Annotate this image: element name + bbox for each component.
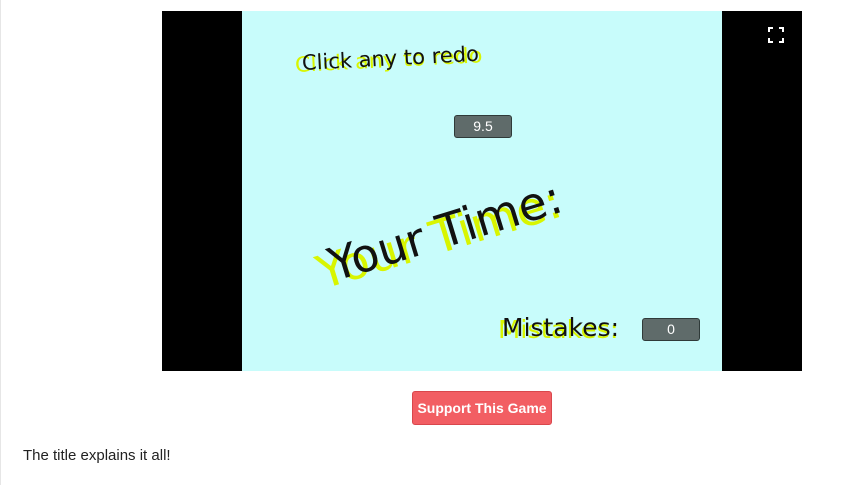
redo-instruction: Click any to redo bbox=[301, 41, 480, 75]
fullscreen-icon[interactable] bbox=[768, 27, 784, 43]
fullscreen-icon-graphic bbox=[768, 27, 784, 43]
mistakes-display: 0 bbox=[642, 318, 700, 341]
game-frame: Click any to redo Click any to redo 9.5 … bbox=[162, 11, 802, 371]
support-game-button[interactable]: Support This Game bbox=[412, 391, 552, 425]
timer-display: 9.5 bbox=[454, 115, 512, 138]
game-page: Click any to redo Click any to redo 9.5 … bbox=[0, 0, 856, 485]
time-title: Your Time: bbox=[322, 169, 569, 292]
game-description: The title explains it all! bbox=[23, 447, 171, 464]
game-stage[interactable]: Click any to redo Click any to redo 9.5 … bbox=[242, 11, 722, 371]
mistakes-label: Mistakes: bbox=[502, 313, 620, 342]
